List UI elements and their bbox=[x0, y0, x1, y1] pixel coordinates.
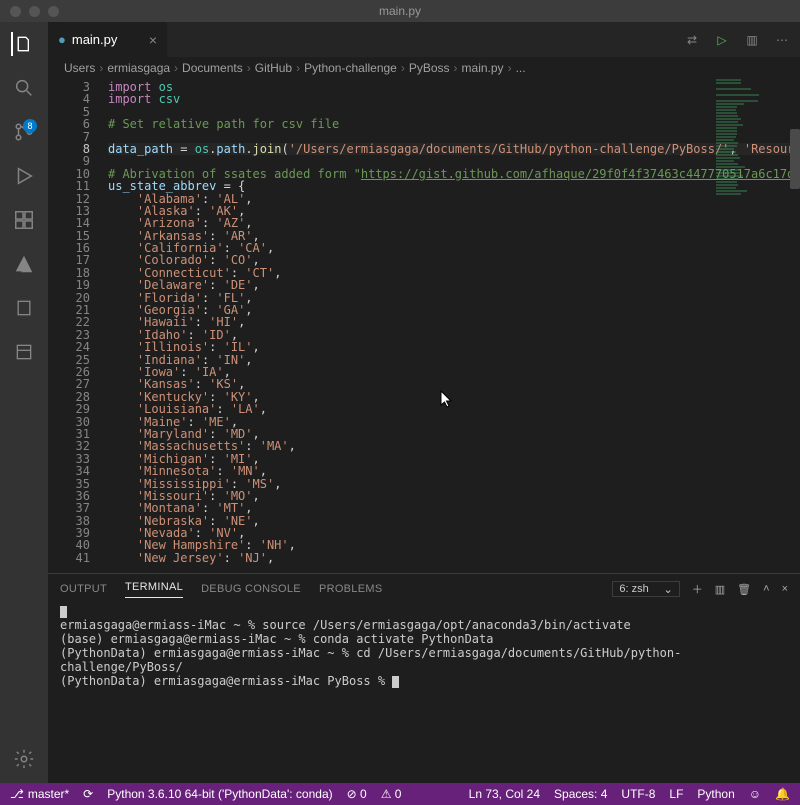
panel-tab-terminal[interactable]: TERMINAL bbox=[125, 581, 183, 598]
run-file-icon[interactable]: ▷ bbox=[714, 32, 730, 48]
terminal-line: (PythonData) ermiasgaga@ermiass-iMac ~ %… bbox=[60, 646, 681, 674]
chevron-right-icon: › bbox=[247, 61, 251, 75]
cursor-position[interactable]: Ln 73, Col 24 bbox=[469, 787, 540, 801]
split-editor-icon[interactable]: ▥ bbox=[744, 32, 760, 48]
terminal-line: ermiasgaga@ermiass-iMac ~ % source /User… bbox=[60, 618, 631, 632]
code-line[interactable]: # Set relative path for csv file bbox=[108, 118, 800, 130]
chevron-right-icon: › bbox=[296, 61, 300, 75]
code-line[interactable]: data_path = os.path.join('/Users/ermiasg… bbox=[108, 143, 800, 155]
more-actions-icon[interactable]: ⋯ bbox=[774, 32, 790, 48]
chevron-right-icon: › bbox=[454, 61, 458, 75]
editor-tabs: ● main.py × ⇄ ▷ ▥ ⋯ bbox=[48, 22, 800, 57]
window-controls bbox=[0, 6, 59, 17]
code-line[interactable]: import csv bbox=[108, 93, 800, 105]
breadcrumb-segment[interactable]: Python-challenge bbox=[304, 61, 397, 75]
problems-errors[interactable]: ⊘ 0 bbox=[347, 787, 367, 801]
sync-icon[interactable]: ⟳ bbox=[83, 787, 93, 801]
breadcrumb-segment[interactable]: PyBoss bbox=[409, 61, 450, 75]
indentation[interactable]: Spaces: 4 bbox=[554, 787, 607, 801]
editor-scrollbar[interactable] bbox=[786, 79, 800, 573]
minimize-window-button[interactable] bbox=[29, 6, 40, 17]
language-mode[interactable]: Python bbox=[697, 787, 734, 801]
window-title: main.py bbox=[379, 4, 421, 18]
terminal-line: (PythonData) ermiasgaga@ermiass-iMac PyB… bbox=[60, 674, 392, 688]
tab-filename: main.py bbox=[72, 32, 118, 47]
chevron-right-icon: › bbox=[174, 61, 178, 75]
settings-gear-icon[interactable] bbox=[12, 747, 36, 771]
chevron-right-icon: › bbox=[508, 61, 512, 75]
code-editor[interactable]: 3456789101112131415161718192021222324252… bbox=[48, 79, 800, 573]
tab-main-py[interactable]: ● main.py × bbox=[48, 22, 168, 57]
compare-changes-icon[interactable]: ⇄ bbox=[684, 32, 700, 48]
feedback-icon[interactable]: ☺ bbox=[749, 787, 761, 801]
terminal-selector-label: 6: zsh bbox=[619, 583, 648, 595]
terminal-body[interactable]: ermiasgaga@ermiass-iMac ~ % source /User… bbox=[48, 604, 800, 783]
breadcrumb-segment[interactable]: main.py bbox=[462, 61, 504, 75]
bottom-panel: OUTPUT TERMINAL DEBUG CONSOLE PROBLEMS 6: z… bbox=[48, 573, 800, 783]
breadcrumb-segment[interactable]: Users bbox=[64, 61, 95, 75]
panel-tab-problems[interactable]: PROBLEMS bbox=[319, 583, 383, 595]
search-icon[interactable] bbox=[12, 76, 36, 100]
notifications-icon[interactable]: 🔔 bbox=[775, 787, 790, 801]
layout-icon[interactable] bbox=[12, 340, 36, 364]
python-file-icon: ● bbox=[58, 32, 66, 47]
code-line[interactable]: import os bbox=[108, 81, 800, 93]
titlebar: main.py bbox=[0, 0, 800, 22]
chevron-down-icon: ⌄ bbox=[664, 583, 673, 596]
encoding[interactable]: UTF-8 bbox=[621, 787, 655, 801]
breadcrumb-segment[interactable]: GitHub bbox=[255, 61, 292, 75]
code-content[interactable]: import osimport csv # Set relative path f… bbox=[108, 79, 800, 573]
breadcrumb[interactable]: Users › ermiasgaga › Documents › GitHub › Python… bbox=[48, 57, 800, 79]
chevron-right-icon: › bbox=[99, 61, 103, 75]
split-terminal-icon[interactable]: ▥ bbox=[715, 583, 725, 596]
code-line[interactable]: 'New Jersey': 'NJ', bbox=[108, 552, 800, 564]
panel-tabs: OUTPUT TERMINAL DEBUG CONSOLE PROBLEMS 6: z… bbox=[48, 574, 800, 604]
problems-warnings[interactable]: ⚠ 0 bbox=[381, 787, 402, 801]
maximize-panel-icon[interactable]: ˄ bbox=[763, 583, 769, 595]
line-number-gutter: 3456789101112131415161718192021222324252… bbox=[48, 79, 108, 573]
python-interpreter[interactable]: Python 3.6.10 64-bit ('PythonData': cond… bbox=[107, 787, 332, 801]
kill-terminal-icon[interactable]: 🗑 bbox=[737, 583, 751, 596]
chevron-right-icon: › bbox=[401, 61, 405, 75]
new-terminal-icon[interactable]: ＋ bbox=[692, 581, 703, 597]
panel-tab-output[interactable]: OUTPUT bbox=[60, 583, 107, 595]
bookmark-icon[interactable] bbox=[12, 296, 36, 320]
breadcrumb-segment[interactable]: ... bbox=[516, 61, 526, 75]
terminal-selector[interactable]: 6: zsh ⌄ bbox=[612, 581, 679, 597]
close-window-button[interactable] bbox=[10, 6, 21, 17]
explorer-icon[interactable] bbox=[11, 32, 35, 56]
breadcrumb-segment[interactable]: ermiasgaga bbox=[107, 61, 170, 75]
source-control-icon[interactable]: 8 bbox=[12, 120, 36, 144]
run-debug-icon[interactable] bbox=[12, 164, 36, 188]
panel-tab-debug-console[interactable]: DEBUG CONSOLE bbox=[201, 583, 301, 595]
zoom-window-button[interactable] bbox=[48, 6, 59, 17]
eol[interactable]: LF bbox=[669, 787, 683, 801]
terminal-line: (base) ermiasgaga@ermiass-iMac ~ % conda… bbox=[60, 632, 493, 646]
minimap[interactable] bbox=[716, 79, 786, 573]
status-bar: ⎇ master* ⟳ Python 3.6.10 64-bit ('Pytho… bbox=[0, 783, 800, 805]
breadcrumb-segment[interactable]: Documents bbox=[182, 61, 243, 75]
activity-bar: 8 bbox=[0, 22, 48, 783]
close-icon[interactable]: × bbox=[149, 32, 157, 48]
azure-icon[interactable] bbox=[12, 252, 36, 276]
extensions-icon[interactable] bbox=[12, 208, 36, 232]
scm-badge: 8 bbox=[23, 119, 37, 133]
git-branch[interactable]: ⎇ master* bbox=[10, 787, 69, 801]
close-panel-icon[interactable]: × bbox=[782, 583, 788, 595]
